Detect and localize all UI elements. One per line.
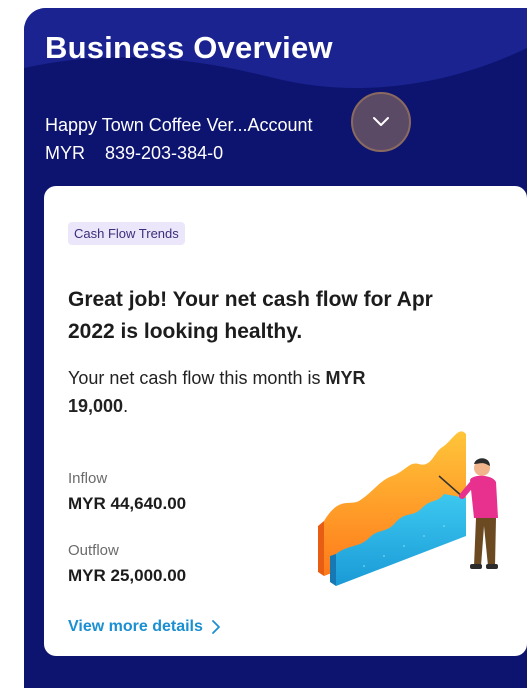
cash-flow-headline: Great job! Your net cash flow for Apr 20… xyxy=(68,288,433,343)
account-number: 839-203-384-0 xyxy=(105,143,224,163)
business-overview-panel: Business Overview Happy Town Coffee Ver.… xyxy=(24,8,527,688)
net-cash-flow-text: Your net cash flow this month is MYR 19,… xyxy=(68,364,368,420)
inflow-label: Inflow xyxy=(68,470,108,487)
account-currency: MYR xyxy=(45,143,85,163)
view-more-details-link[interactable]: View more details xyxy=(68,618,221,636)
page-title: Business Overview xyxy=(45,30,333,65)
outflow-value: MYR 25,000.00 xyxy=(68,566,187,585)
account-dropdown-button[interactable] xyxy=(351,92,411,152)
chevron-right-icon xyxy=(211,620,220,634)
inflow-value: MYR 44,640.00 xyxy=(68,494,187,513)
account-details: MYR 839-203-384-0 xyxy=(45,143,223,164)
cash-flow-trends-tag: Cash Flow Trends xyxy=(68,222,185,245)
view-more-details-label: View more details xyxy=(68,618,203,635)
net-cash-flow-suffix: . xyxy=(123,396,129,416)
account-name: Happy Town Coffee Ver...Account xyxy=(45,115,313,135)
chevron-down-icon xyxy=(373,117,389,126)
outflow-label: Outflow xyxy=(68,542,119,559)
net-cash-flow-prefix: Your net cash flow this month is xyxy=(68,368,326,388)
cash-flow-card: Cash Flow Trends Great job! Your net cas… xyxy=(44,186,527,656)
cash-flow-chart-illustration xyxy=(318,431,498,586)
